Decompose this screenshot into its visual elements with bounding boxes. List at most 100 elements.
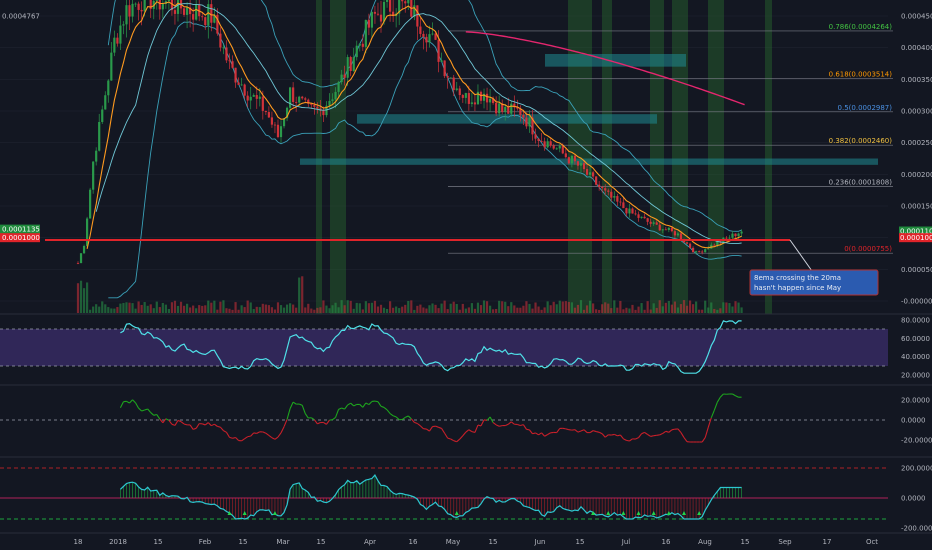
mid-segment [517,423,521,427]
volume-bar [410,300,413,313]
candle-body [567,157,570,164]
volume-bar [425,308,428,313]
mid-segment [556,428,561,433]
candle-body [504,106,507,112]
candle-body [664,229,667,231]
mid-segment [389,413,394,417]
volume-bar [585,305,589,313]
volume-bar [292,304,295,313]
mid-segment [505,423,509,427]
mid-segment [520,424,524,427]
mid-segment [601,433,606,438]
mid-segment [326,419,330,425]
volume-bar [570,302,573,313]
volume-bar [492,309,495,313]
mid-segment [298,403,303,406]
price-tick-label: 0.0003500 [901,76,932,84]
candle-body [255,95,258,99]
candle-body [158,0,161,10]
volume-bar [207,300,210,313]
volume-bar [228,308,231,313]
mid-segment [180,421,185,425]
candle-body [110,52,113,81]
mid-segment [683,437,688,443]
candle-body [425,36,428,43]
mid-segment [538,432,542,436]
candle-body [228,60,231,62]
volume-bar [161,302,164,313]
candle-body [555,148,558,150]
mid-segment [126,400,130,404]
mid-segment [526,428,530,431]
mid-segment [483,419,488,422]
mid-segment [495,424,500,427]
candle-body [625,208,628,214]
time-tick-label: Feb [199,538,212,546]
candle-body [334,91,337,100]
mid-segment [614,433,618,437]
volume-bar [604,302,607,313]
volume-bar [679,304,683,313]
mid-segment [338,407,342,410]
volume-bar [588,300,592,313]
buy-signal-marker [242,511,247,515]
mid-segment [147,408,152,413]
candle-body [337,82,340,92]
mid-segment [677,428,682,433]
volume-bar [110,308,113,313]
mid-segment [583,429,588,433]
rsi-pane: 80.0000 60.0000 40.0000 20.0000 [0,313,932,380]
volume-bar [76,283,80,313]
candle-body [316,106,319,109]
volume-bar [534,302,537,313]
candle-body [637,214,640,218]
time-tick-label: 15 [489,538,498,546]
mid-segment [214,423,218,427]
rsi-tick-label: 60.0000 [901,335,930,343]
volume-bar [482,300,486,313]
volume-bar [722,302,725,313]
volume-bar [673,301,677,313]
candle-body [485,93,489,103]
mid-segment [629,438,633,442]
volume-bar [610,308,613,313]
volume-bar [189,307,192,313]
mid-tick-label: -20.0000 [901,437,932,445]
candle-body [598,184,601,188]
volume-bar [204,305,207,313]
volume-bar [128,302,131,313]
volume-bar [373,300,377,313]
candle-body [192,14,195,20]
mid-oscillator-pane: 20.0000 0.0000 -20.0000 [0,384,932,445]
volume-bar [431,303,434,313]
time-tick-label: 15 [741,538,750,546]
volume-bar [713,308,716,313]
volume-bar [740,307,743,313]
trading-chart[interactable]: 0.786(0.0004264) 0.618(0.0003514) 0.5(0.00… [0,0,932,550]
time-tick-label: 2018 [109,538,127,546]
volume-bar [670,304,673,313]
candle-body [370,11,374,28]
mid-segment [265,432,270,436]
mid-segment [171,423,176,426]
mid-segment [713,402,718,411]
candle-body [264,110,267,113]
candle-body [361,43,364,47]
volume-bar [322,300,325,313]
left-price-tag-label: 0.0001000 [2,234,40,242]
candle-body [104,95,107,110]
volume-bar [449,303,452,313]
volume-bar [628,308,631,313]
mid-segment [292,401,297,405]
volume-bar [146,305,149,313]
mid-segment [647,434,651,437]
mid-segment [362,402,367,408]
mid-segment [638,433,643,438]
mid-segment [225,432,230,438]
mid-segment [229,436,233,439]
candle-body [131,3,134,17]
candle-body [540,140,543,142]
mid-segment [150,412,155,416]
candle-body [301,96,304,99]
mid-segment [662,430,667,434]
